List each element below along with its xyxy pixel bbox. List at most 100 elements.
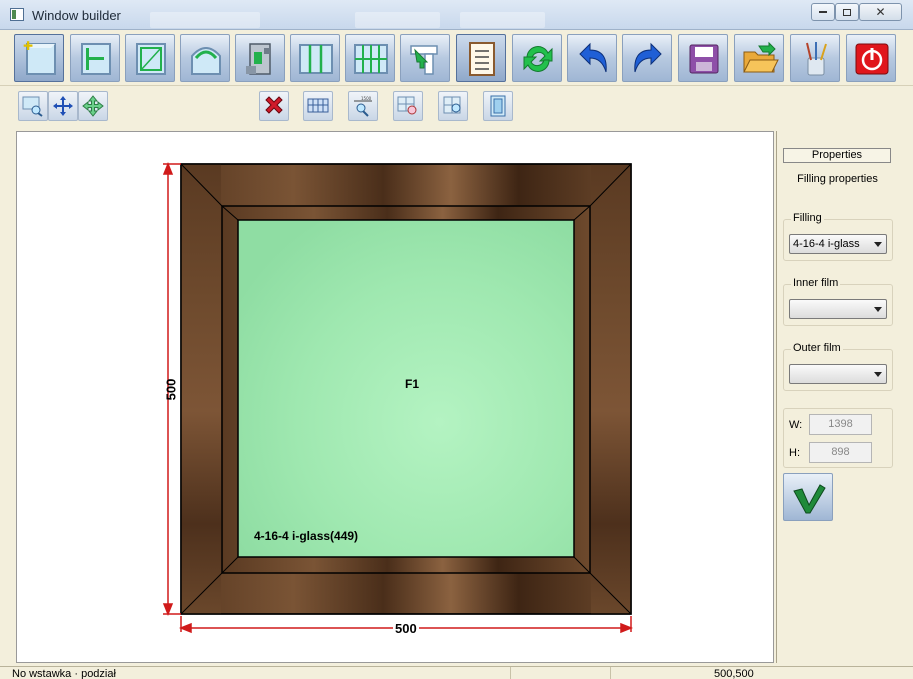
status-bar: No wstawka · podział 500,500	[0, 666, 913, 679]
fill-name-label: F1	[405, 377, 420, 391]
new-window-button[interactable]: ✚	[14, 34, 64, 82]
sliding-window-button[interactable]	[290, 34, 340, 82]
outer-film-group: Outer film	[783, 342, 893, 391]
properties-panel: Properties Filling properties Filling 4-…	[776, 131, 897, 663]
new-window-icon: ✚	[23, 40, 56, 75]
window-title: Window builder	[32, 8, 121, 23]
chevron-down-icon	[874, 372, 882, 377]
delete-button[interactable]	[259, 91, 289, 121]
status-right: 500,500	[714, 668, 754, 679]
background-ghost	[150, 12, 260, 28]
pointer-icon	[410, 45, 438, 75]
window-drawing	[162, 161, 634, 634]
refresh-icon	[523, 46, 553, 72]
inner-film-group: Inner film	[783, 277, 893, 326]
door-button[interactable]	[483, 91, 513, 121]
open-folder-icon	[743, 41, 779, 73]
svg-text:✚: ✚	[23, 40, 33, 53]
move-icon	[53, 96, 73, 116]
svg-text:1500: 1500	[361, 96, 372, 101]
checkmark-icon	[793, 484, 826, 514]
glass-zoom-2-icon	[443, 96, 461, 114]
sliding-window-icon	[299, 44, 333, 74]
glass-zoom-icon	[397, 96, 417, 115]
title-bar: Window builder ✕	[0, 0, 913, 30]
refresh-button[interactable]	[512, 34, 562, 82]
status-segment	[510, 667, 610, 679]
mullion-icon	[81, 43, 111, 75]
mullion-button[interactable]	[70, 34, 120, 82]
width-label: W:	[789, 419, 803, 431]
expand-button[interactable]	[78, 91, 108, 121]
fill-spec-label: 4-16-4 i-glass(449)	[254, 529, 359, 543]
width-dimension-label: 500	[393, 621, 419, 636]
checklist-button[interactable]	[456, 34, 506, 82]
brushes-button[interactable]	[790, 34, 840, 82]
zoom-window-icon	[22, 96, 43, 117]
undo-button[interactable]	[567, 34, 617, 82]
width-field[interactable]: 1398	[809, 414, 872, 435]
delete-icon	[265, 96, 283, 114]
power-button[interactable]	[846, 34, 896, 82]
background-ghost	[355, 12, 440, 28]
grid-window-icon	[354, 44, 388, 74]
drawing-canvas[interactable]: 500 500 F1 4-16-4 i-glass(449)	[16, 131, 774, 663]
close-icon: ✕	[875, 5, 886, 19]
tab-properties[interactable]: Properties	[783, 148, 891, 163]
profile-button[interactable]	[235, 34, 285, 82]
outer-film-label: Outer film	[791, 342, 843, 354]
height-dimension-label: 500	[163, 378, 179, 401]
open-folder-button[interactable]	[734, 34, 784, 82]
door-icon	[490, 95, 506, 117]
redo-icon	[634, 42, 662, 73]
height-label: H:	[789, 447, 800, 459]
minimize-icon	[819, 11, 827, 14]
expand-icon	[82, 95, 104, 117]
glass-zoom-button[interactable]	[393, 91, 423, 121]
redo-button[interactable]	[622, 34, 672, 82]
power-icon	[855, 43, 889, 75]
apply-button[interactable]	[783, 473, 833, 521]
status-left: No wstawka · podział	[12, 668, 116, 679]
size-group: W: 1398 H: 898	[783, 408, 893, 468]
inner-film-select[interactable]	[789, 299, 887, 319]
close-button[interactable]: ✕	[859, 3, 902, 21]
outer-film-select[interactable]	[789, 364, 887, 384]
chevron-down-icon	[874, 307, 882, 312]
arch-button[interactable]	[180, 34, 230, 82]
panel-subtitle: Filling properties	[797, 173, 878, 185]
background-ghost	[460, 12, 545, 28]
glass-zoom-2-button[interactable]	[438, 91, 468, 121]
zoom-window-button[interactable]	[18, 91, 48, 121]
grid-button[interactable]	[303, 91, 333, 121]
height-field[interactable]: 898	[809, 442, 872, 463]
sash-button[interactable]	[125, 34, 175, 82]
secondary-toolbar: 1500	[0, 87, 913, 127]
minimize-button[interactable]	[811, 3, 835, 21]
status-segment	[610, 667, 710, 679]
profile-icon	[246, 43, 271, 75]
save-icon	[689, 44, 719, 74]
inner-film-label: Inner film	[791, 277, 841, 289]
dimension-zoom-icon: 1500	[354, 96, 372, 117]
pointer-button[interactable]	[400, 34, 450, 82]
move-button[interactable]	[48, 91, 78, 121]
arch-icon	[191, 47, 221, 75]
save-button[interactable]	[678, 34, 728, 82]
main-toolbar: ✚	[0, 30, 913, 86]
chevron-down-icon	[874, 242, 882, 247]
filling-select-value: 4-16-4 i-glass	[793, 238, 860, 250]
filling-label: Filling	[791, 212, 824, 224]
restore-icon	[843, 8, 851, 16]
restore-button[interactable]	[835, 3, 859, 21]
undo-icon	[579, 42, 607, 73]
brushes-icon	[806, 42, 827, 76]
app-icon	[10, 8, 24, 21]
filling-group: Filling 4-16-4 i-glass	[783, 212, 893, 261]
checklist-icon	[469, 42, 495, 76]
grid-window-button[interactable]	[345, 34, 395, 82]
grid-icon	[307, 98, 329, 113]
filling-select[interactable]: 4-16-4 i-glass	[789, 234, 887, 254]
dimension-zoom-button[interactable]: 1500	[348, 91, 378, 121]
sash-icon	[136, 43, 166, 75]
